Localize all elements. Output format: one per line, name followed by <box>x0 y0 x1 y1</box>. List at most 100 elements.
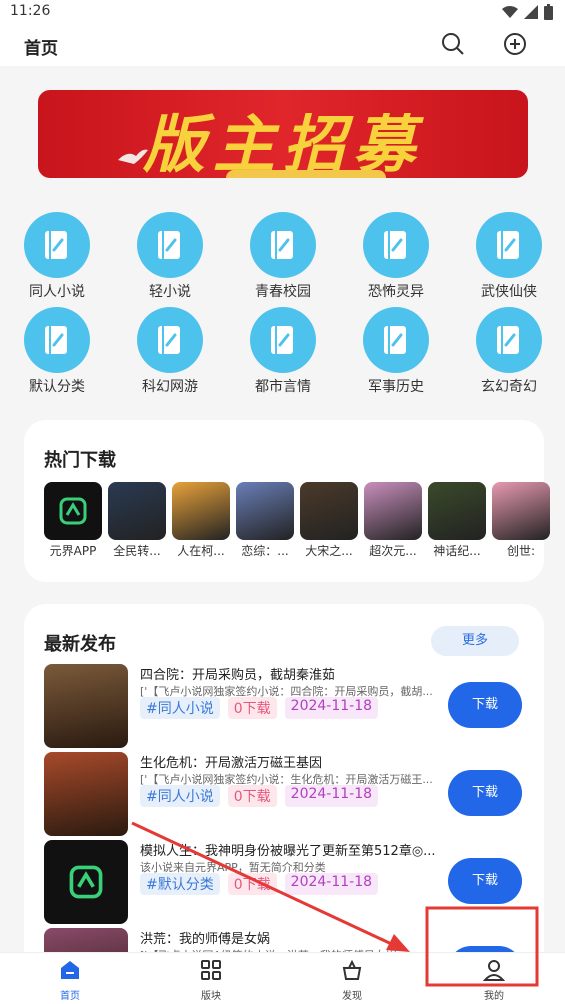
book-edit-icon <box>158 326 180 354</box>
book-edit-icon <box>271 326 293 354</box>
hot-download-name: 元界APP <box>49 544 97 558</box>
book-cover <box>300 482 358 540</box>
category-label: 恐怖灵异 <box>368 284 424 300</box>
book-cover <box>492 482 550 540</box>
app-bar: 首页 <box>0 26 565 66</box>
nav-item[interactable]: 我的 <box>454 959 534 1002</box>
book-tags: #默认分类 0下载 2024-11-18 <box>140 873 379 895</box>
nav-item[interactable]: 版块 <box>171 959 251 1002</box>
category-label: 武侠仙侠 <box>481 284 537 300</box>
category-label: 都市言情 <box>255 379 311 395</box>
app-logo-icon <box>69 865 103 899</box>
category-label: 科幻网游 <box>142 379 198 395</box>
book-category-tag[interactable]: #同人小说 <box>140 697 220 719</box>
book-title: 洪荒：我的师傅是女娲 <box>140 932 271 947</box>
book-cover <box>428 482 486 540</box>
latest-releases-card: 最新发布 更多 四合院：开局采购员，截胡秦淮茹 ['【飞卢小说网独家签约小说：四合… <box>24 604 544 1004</box>
book-title: 模拟人生：我神明身份被曝光了更新至第512章◎... <box>140 844 436 859</box>
category-icon-bg <box>137 307 203 373</box>
category-item[interactable]: 同人小说 <box>12 212 102 301</box>
status-time: 11:26 <box>10 3 51 19</box>
hot-download-item[interactable]: 元界APP <box>44 482 102 559</box>
category-icon-bg <box>24 212 90 278</box>
book-edit-icon <box>497 326 519 354</box>
category-label: 同人小说 <box>29 284 85 300</box>
nav-item[interactable]: 首页 <box>30 959 110 1002</box>
download-button[interactable]: 下载 <box>448 858 522 904</box>
book-category-tag[interactable]: #同人小说 <box>140 785 220 807</box>
book-category-tag[interactable]: #默认分类 <box>140 873 220 895</box>
hot-downloads-card: 热门下载 元界APP 全民转... 人在柯... 恋综：... 大宋之... 超次元...… <box>24 420 550 582</box>
book-edit-icon <box>45 231 67 259</box>
category-label: 青春校园 <box>255 284 311 300</box>
category-label: 军事历史 <box>368 379 424 395</box>
search-icon <box>442 33 464 55</box>
category-icon-bg <box>24 307 90 373</box>
book-edit-icon <box>271 231 293 259</box>
nav-label: 版块 <box>201 991 221 1002</box>
add-button[interactable] <box>502 31 530 59</box>
book-cover <box>44 664 128 748</box>
book-date: 2024-11-18 <box>284 785 379 807</box>
hot-download-name: 创世: <box>506 544 536 558</box>
hot-download-item[interactable]: 人在柯... <box>172 482 230 559</box>
download-button[interactable]: 下载 <box>448 770 522 816</box>
book-row[interactable]: 生化危机：开局激活万磁王基因 ['【飞卢小说网独家签约小说：生化危机：开局激活万磁… <box>44 752 524 836</box>
category-icon-bg <box>250 212 316 278</box>
book-row[interactable]: 四合院：开局采购员，截胡秦淮茹 ['【飞卢小说网独家签约小说：四合院：开局采购员，… <box>44 664 524 748</box>
recruitment-banner[interactable]: 版主招募 <box>38 90 528 178</box>
wifi-icon <box>502 6 518 18</box>
book-edit-icon <box>45 326 67 354</box>
category-item[interactable]: 青春校园 <box>238 212 328 301</box>
category-item[interactable]: 科幻网游 <box>125 307 215 396</box>
book-title: 四合院：开局采购员，截胡秦淮茹 <box>140 668 336 683</box>
book-edit-icon <box>497 231 519 259</box>
banner-sub-tag <box>226 170 386 178</box>
category-item[interactable]: 恐怖灵异 <box>351 212 441 301</box>
category-icon-bg <box>476 212 542 278</box>
home-icon <box>61 961 79 979</box>
hot-download-item[interactable]: 超次元... <box>364 482 422 559</box>
book-cover <box>172 482 230 540</box>
hot-download-name: 超次元... <box>369 544 417 558</box>
hot-download-item[interactable]: 大宋之... <box>300 482 358 559</box>
more-button[interactable]: 更多 <box>431 626 519 656</box>
status-bar: 11:26 <box>0 0 565 26</box>
banner-title: 版主招募 <box>142 108 423 178</box>
hot-download-item[interactable]: 神话纪... <box>428 482 486 559</box>
category-item[interactable]: 都市言情 <box>238 307 328 396</box>
hot-download-name: 大宋之... <box>305 544 353 558</box>
latest-releases-title: 最新发布 <box>44 634 116 655</box>
book-cover <box>236 482 294 540</box>
book-edit-icon <box>384 326 406 354</box>
category-item[interactable]: 默认分类 <box>12 307 102 396</box>
search-button[interactable] <box>440 31 468 59</box>
category-item[interactable]: 轻小说 <box>125 212 215 301</box>
book-edit-icon <box>158 231 180 259</box>
hot-download-item[interactable]: 全民转... <box>108 482 166 559</box>
category-item[interactable]: 军事历史 <box>351 307 441 396</box>
profile-icon <box>482 960 506 981</box>
bottom-nav: 首页 版块 发现 我的 <box>0 952 565 1004</box>
hot-download-name: 恋综：... <box>241 544 289 558</box>
hot-downloads-title: 热门下载 <box>44 450 116 471</box>
book-edit-icon <box>384 231 406 259</box>
book-row[interactable]: 模拟人生：我神明身份被曝光了更新至第512章◎... 该小说来自元界APP，暂无简… <box>44 840 524 924</box>
hot-download-item[interactable]: 恋综：... <box>236 482 294 559</box>
nav-item[interactable]: 发现 <box>312 959 392 1002</box>
nav-label: 首页 <box>60 991 80 1002</box>
download-button[interactable]: 下载 <box>448 682 522 728</box>
category-item[interactable]: 武侠仙侠 <box>464 212 554 301</box>
book-tags: #同人小说 0下载 2024-11-18 <box>140 697 379 719</box>
nav-label: 我的 <box>484 991 504 1002</box>
status-icons <box>502 4 553 20</box>
category-icon-bg <box>137 212 203 278</box>
book-cover <box>364 482 422 540</box>
category-item[interactable]: 玄幻奇幻 <box>464 307 554 396</box>
category-label: 轻小说 <box>149 284 191 300</box>
nav-label: 发现 <box>342 991 362 1002</box>
category-icon-bg <box>250 307 316 373</box>
app-logo-icon <box>59 497 87 525</box>
category-icon-bg <box>476 307 542 373</box>
hot-download-item[interactable]: 创世: <box>492 482 550 559</box>
